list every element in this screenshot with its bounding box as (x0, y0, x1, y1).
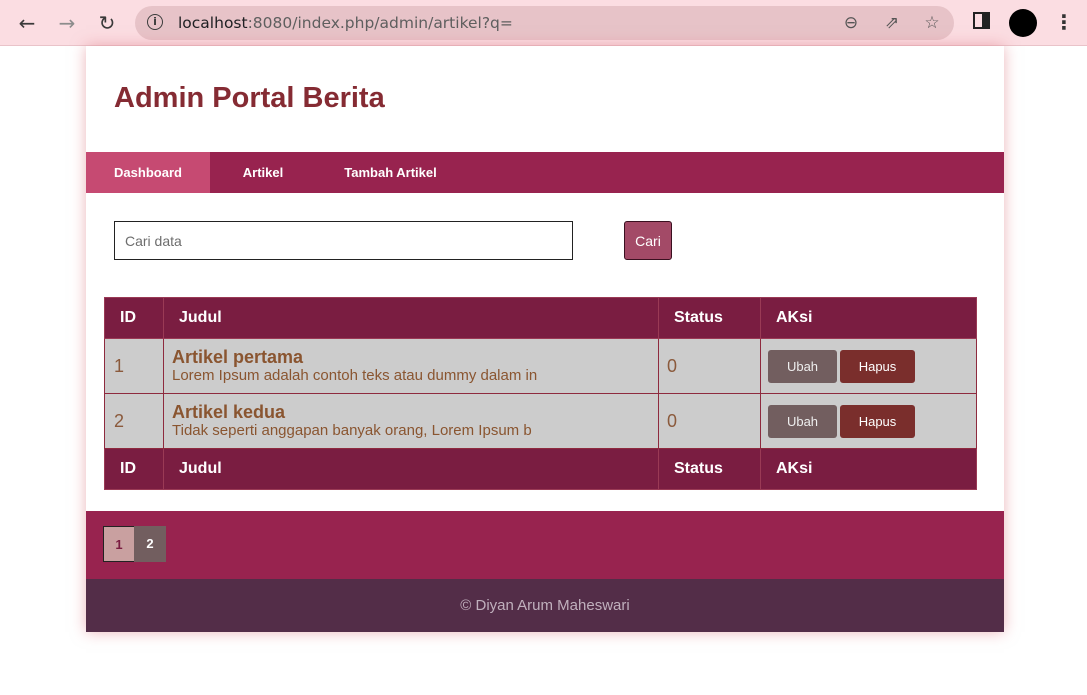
browser-toolbar: ← → ↻ i localhost:8080/index.php/admin/a… (0, 0, 1087, 46)
delete-button[interactable]: Hapus (840, 404, 915, 438)
article-title: Artikel kedua (172, 402, 286, 422)
article-snippet: Lorem Ipsum adalah contoh teks atau dumm… (172, 367, 538, 384)
url-text[interactable]: localhost:8080/index.php/admin/artikel?q… (178, 14, 513, 32)
menu-kebab-icon[interactable]: ⋮ (1054, 9, 1074, 37)
col-footer-aksi: AKsi (760, 448, 977, 490)
row-id: 2 (104, 393, 164, 449)
search-button[interactable]: Cari (624, 221, 672, 260)
zoom-out-icon[interactable]: ⊖ (840, 12, 862, 34)
nav-artikel[interactable]: Artikel (210, 152, 316, 193)
edit-button[interactable]: Ubah (768, 349, 837, 383)
main-nav: Dashboard Artikel Tambah Artikel (86, 152, 1004, 193)
col-footer-id: ID (104, 448, 164, 490)
profile-avatar[interactable] (1009, 9, 1037, 37)
edit-button[interactable]: Ubah (768, 404, 837, 438)
table-row: 2 Artikel kedua Tidak seperti anggapan b… (104, 393, 977, 449)
table-header-row: ID Judul Status AKsi (104, 297, 977, 339)
url-path: :8080/index.php/admin/artikel?q= (247, 14, 513, 32)
table-footer-row: ID Judul Status AKsi (104, 448, 977, 490)
article-table: ID Judul Status AKsi 1 Artikel pertama L… (104, 297, 977, 490)
search-form: Cari (86, 193, 1004, 297)
row-id: 1 (104, 338, 164, 394)
page-header: Admin Portal Berita (86, 46, 1004, 152)
row-actions: Ubah Hapus (760, 338, 977, 394)
bookmark-star-icon[interactable]: ☆ (921, 12, 943, 34)
col-header-status: Status (658, 297, 761, 339)
col-header-judul: Judul (163, 297, 659, 339)
site-info-icon[interactable]: i (147, 14, 163, 30)
nav-dashboard[interactable]: Dashboard (86, 152, 210, 193)
page-link-2[interactable]: 2 (134, 526, 166, 562)
row-judul: Artikel pertama Lorem Ipsum adalah conto… (163, 338, 659, 394)
col-footer-status: Status (658, 448, 761, 490)
article-snippet: Tidak seperti anggapan banyak orang, Lor… (172, 422, 532, 439)
back-arrow-icon[interactable]: ← (13, 9, 41, 37)
col-footer-judul: Judul (163, 448, 659, 490)
search-input[interactable] (114, 221, 573, 260)
row-status: 0 (658, 338, 761, 394)
article-title: Artikel pertama (172, 347, 304, 367)
side-panel-icon[interactable] (973, 12, 990, 29)
row-status: 0 (658, 393, 761, 449)
address-bar[interactable]: i localhost:8080/index.php/admin/artikel… (135, 6, 954, 40)
row-actions: Ubah Hapus (760, 393, 977, 449)
page-link-1[interactable]: 1 (103, 526, 135, 562)
col-header-aksi: AKsi (760, 297, 977, 339)
nav-tambah-artikel[interactable]: Tambah Artikel (316, 152, 465, 193)
page-title: Admin Portal Berita (114, 82, 385, 114)
pagination: 1 2 (86, 511, 1004, 579)
footer: © Diyan Arum Maheswari (86, 579, 1004, 632)
table-row: 1 Artikel pertama Lorem Ipsum adalah con… (104, 338, 977, 394)
footer-copyright: © Diyan Arum Maheswari (460, 597, 630, 614)
page-container: Admin Portal Berita Dashboard Artikel Ta… (86, 46, 1004, 632)
share-icon[interactable]: ⇗ (881, 12, 903, 34)
col-header-id: ID (104, 297, 164, 339)
delete-button[interactable]: Hapus (840, 349, 915, 383)
reload-icon[interactable]: ↻ (93, 9, 121, 37)
row-judul: Artikel kedua Tidak seperti anggapan ban… (163, 393, 659, 449)
forward-arrow-icon[interactable]: → (53, 9, 81, 37)
url-host: localhost (178, 14, 248, 32)
